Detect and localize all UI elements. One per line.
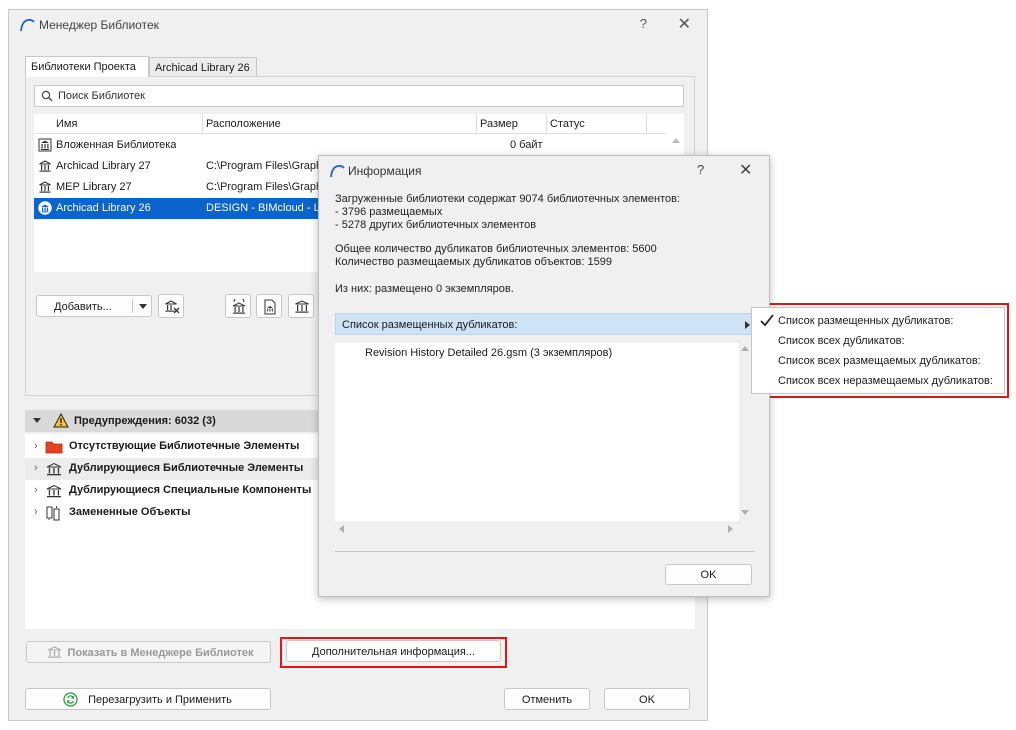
search-placeholder: Поиск Библиотек [58, 90, 145, 102]
ok-button[interactable]: OK [604, 688, 690, 710]
chevron-right-icon[interactable]: › [34, 484, 38, 496]
library-icon [39, 181, 51, 193]
info-line: Количество размещаемых дубликатов объект… [335, 256, 612, 268]
list-item[interactable]: › Дублирующиеся Библиотечные Элементы [25, 458, 325, 480]
menu-item-all-placeable-duplicates[interactable]: Список всех размещаемых дубликатов: [778, 355, 981, 367]
checkmark-icon [760, 314, 774, 327]
search-icon [41, 90, 53, 102]
dialog-title: Информация [348, 164, 422, 178]
list-item[interactable]: › Замененные Объекты [25, 502, 325, 524]
dropdown-value: Список размещенных дубликатов: [342, 319, 518, 331]
duplicates-list-dropdown[interactable]: Список размещенных дубликатов: [335, 313, 755, 335]
scroll-down-arrow[interactable] [741, 510, 749, 515]
remove-library-icon [165, 300, 180, 314]
information-dialog: Информация ? ✕ Загруженные библиотеки со… [318, 155, 770, 597]
collapse-icon[interactable] [33, 418, 41, 423]
info-line: Загруженные библиотеки содержат 9074 биб… [335, 193, 681, 205]
library-settings-button[interactable] [288, 294, 314, 318]
warnings-count: Предупреждения: 6032 (3) [74, 415, 216, 427]
document-icon [264, 299, 276, 315]
bimcloud-library-icon [38, 201, 52, 215]
warning-label: Дублирующиеся Специальные Компоненты [69, 484, 312, 496]
show-in-library-manager-button[interactable]: Показать в Менеджере Библиотек [26, 641, 271, 663]
scroll-right-arrow[interactable] [728, 525, 733, 533]
dialog-ok-button[interactable]: OK [665, 564, 752, 585]
dialog-close-button[interactable]: ✕ [739, 160, 752, 180]
warning-label: Отсутствующие Библиотечные Элементы [69, 440, 300, 452]
reload-library-button[interactable] [225, 294, 251, 318]
row-location: C:\Program Files\Graph [206, 160, 323, 172]
row-name: Вложенная Библиотека [56, 139, 177, 151]
info-line: - 5278 других библиотечных элементов [335, 219, 537, 231]
list-item[interactable]: › Дублирующиеся Специальные Компоненты [25, 480, 325, 502]
chevron-down-icon[interactable] [139, 304, 147, 309]
remove-library-button[interactable] [158, 294, 184, 318]
archicad-logo-icon [20, 19, 35, 32]
scroll-left-arrow[interactable] [339, 525, 344, 533]
search-input[interactable]: Поиск Библиотек [34, 85, 684, 107]
row-size: 0 байт [510, 139, 543, 151]
warning-label: Замененные Объекты [69, 506, 191, 518]
table-header: Имя Расположение Размер Статус [34, 114, 666, 134]
add-button[interactable]: Добавить... [36, 295, 152, 317]
library-report-button[interactable] [256, 294, 282, 318]
chevron-right-icon[interactable]: › [34, 462, 38, 474]
table-row[interactable]: Вложенная Библиотека 0 байт [34, 135, 674, 156]
row-location: C:\Program Files\Graph [206, 181, 323, 193]
library-icon [46, 484, 62, 498]
info-line: Общее количество дубликатов библиотечных… [335, 243, 657, 255]
reload-apply-button[interactable]: Перезагрузить и Применить [25, 688, 271, 710]
chevron-right-icon[interactable]: › [34, 440, 38, 452]
tab-project-libraries[interactable]: Библиотеки Проекта [25, 56, 149, 77]
folder-icon [45, 441, 63, 454]
warning-label: Дублирующиеся Библиотечные Элементы [69, 462, 304, 474]
row-location: DESIGN - BIMcloud - Li [206, 202, 323, 214]
list-item[interactable]: Revision History Detailed 26.gsm (3 экзе… [365, 347, 612, 359]
reload-icon [63, 692, 78, 707]
row-name: Archicad Library 27 [56, 160, 151, 172]
tab-archicad-library-26[interactable]: Archicad Library 26 [149, 57, 257, 77]
library-reload-icon [232, 299, 246, 314]
dialog-help-button[interactable]: ? [697, 162, 704, 177]
archicad-logo-icon [330, 165, 345, 178]
close-button[interactable]: ✕ [678, 14, 691, 34]
library-icon [47, 646, 62, 658]
duplicates-list: Revision History Detailed 26.gsm (3 экзе… [335, 343, 739, 533]
column-name[interactable]: Имя [56, 118, 77, 130]
warnings-header[interactable]: Предупреждения: 6032 (3) [25, 410, 325, 432]
chevron-right-icon[interactable] [745, 321, 750, 329]
title-bar: Менеджер Библиотек ? ✕ [9, 10, 707, 40]
column-location[interactable]: Расположение [206, 118, 281, 130]
help-button[interactable]: ? [640, 16, 647, 31]
menu-item-all-non-placeable-duplicates[interactable]: Список всех неразмещаемых дубликатов: [778, 375, 993, 387]
window-title: Менеджер Библиотек [39, 18, 159, 32]
list-item[interactable]: › Отсутствующие Библиотечные Элементы [25, 436, 325, 458]
dropdown-menu: Список размещенных дубликатов: Список вс… [751, 307, 1005, 394]
info-line: - 3796 размещаемых [335, 206, 443, 218]
chevron-right-icon[interactable]: › [34, 506, 38, 518]
row-name: MEP Library 27 [56, 181, 132, 193]
row-name: Archicad Library 26 [56, 202, 151, 214]
replaced-objects-icon [46, 506, 60, 521]
info-line: Из них: размещено 0 экземпляров. [335, 283, 514, 295]
column-status[interactable]: Статус [550, 118, 585, 130]
library-icon [295, 300, 309, 313]
menu-item-all-duplicates[interactable]: Список всех дубликатов: [778, 335, 905, 347]
menu-item-placed-duplicates[interactable]: Список размещенных дубликатов: [778, 315, 953, 327]
library-icon [39, 160, 51, 172]
warning-icon [53, 413, 69, 428]
library-icon [46, 462, 62, 476]
cancel-button[interactable]: Отменить [504, 688, 590, 710]
highlight-more-info [280, 637, 507, 668]
column-size[interactable]: Размер [480, 118, 518, 130]
scroll-up-arrow[interactable] [741, 346, 749, 351]
divider [335, 551, 755, 552]
embedded-library-icon [38, 138, 52, 152]
